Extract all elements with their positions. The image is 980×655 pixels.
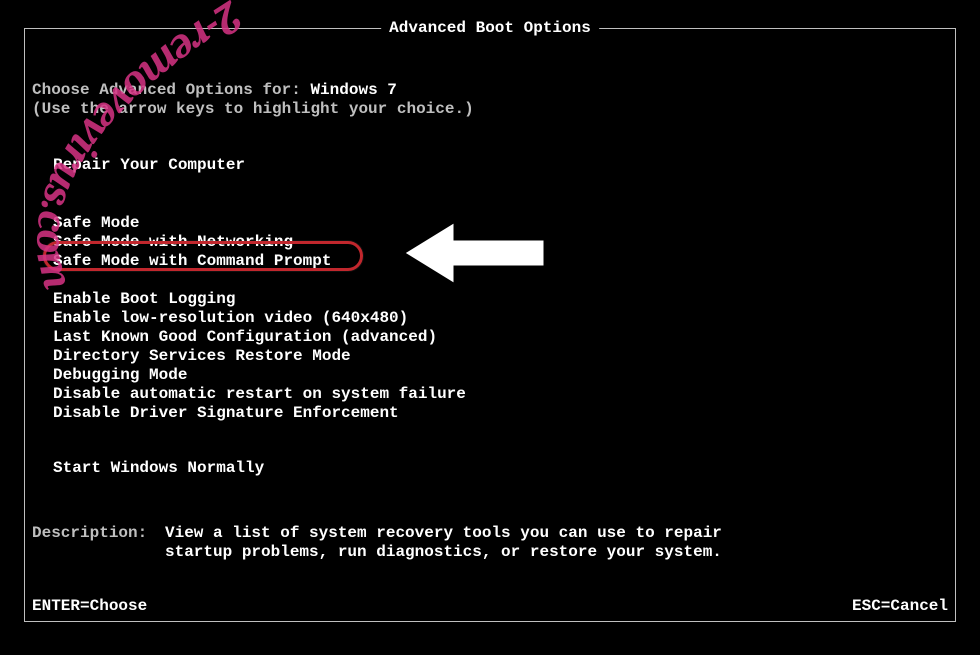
- description-label: Description:: [32, 524, 147, 542]
- menu-low-res-video[interactable]: Enable low-resolution video (640x480): [53, 309, 408, 327]
- menu-debugging-mode[interactable]: Debugging Mode: [53, 366, 187, 384]
- intro-os-name: Windows 7: [310, 81, 396, 99]
- menu-directory-services-restore[interactable]: Directory Services Restore Mode: [53, 347, 351, 365]
- screen-border: Advanced Boot Options Choose Advanced Op…: [24, 28, 956, 622]
- menu-repair-computer[interactable]: Repair Your Computer: [53, 156, 245, 174]
- menu-safe-mode-networking[interactable]: Safe Mode with Networking: [53, 233, 293, 251]
- menu-disable-auto-restart[interactable]: Disable automatic restart on system fail…: [53, 385, 466, 403]
- page-title: Advanced Boot Options: [381, 19, 599, 37]
- menu-safe-mode-command-prompt[interactable]: Safe Mode with Command Prompt: [53, 252, 331, 270]
- menu-start-normally[interactable]: Start Windows Normally: [53, 459, 264, 477]
- menu-disable-driver-sig[interactable]: Disable Driver Signature Enforcement: [53, 404, 399, 422]
- description-line-2: startup problems, run diagnostics, or re…: [165, 543, 722, 561]
- intro-line-1: Choose Advanced Options for: Windows 7: [32, 81, 397, 99]
- description-line-1: View a list of system recovery tools you…: [165, 524, 722, 542]
- menu-safe-mode[interactable]: Safe Mode: [53, 214, 139, 232]
- intro-prefix: Choose Advanced Options for:: [32, 81, 310, 99]
- content-area: Choose Advanced Options for: Windows 7 (…: [25, 81, 955, 621]
- intro-line-2: (Use the arrow keys to highlight your ch…: [32, 100, 474, 118]
- menu-enable-boot-logging[interactable]: Enable Boot Logging: [53, 290, 235, 308]
- pointing-arrow-icon: [385, 203, 565, 303]
- footer-esc: ESC=Cancel: [852, 597, 948, 615]
- menu-last-known-good[interactable]: Last Known Good Configuration (advanced): [53, 328, 437, 346]
- footer-enter: ENTER=Choose: [32, 597, 147, 615]
